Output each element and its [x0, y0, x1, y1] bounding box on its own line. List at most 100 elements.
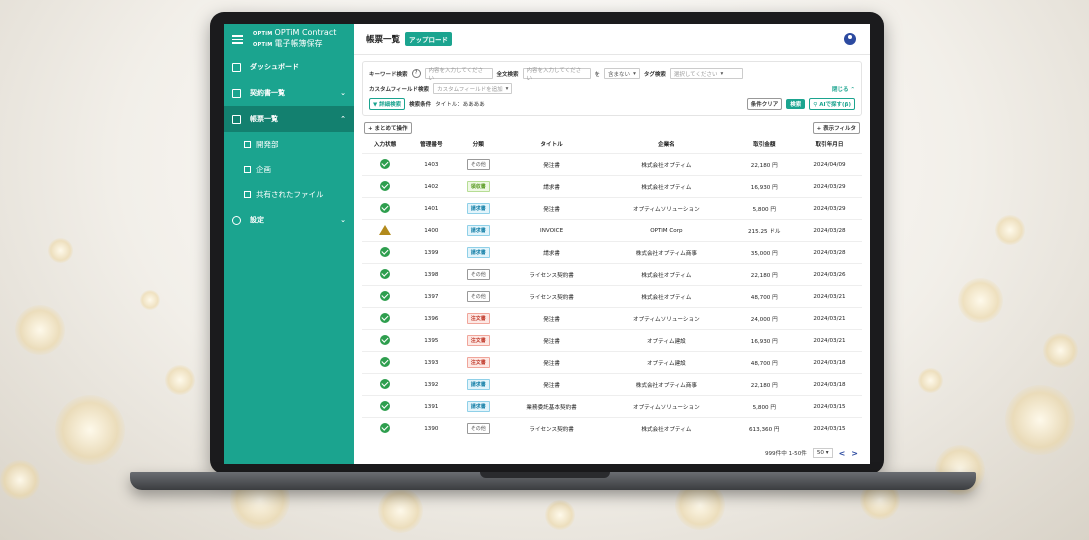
column-header[interactable]: 管理番号: [408, 134, 454, 154]
sidebar-item-contracts[interactable]: 契約書一覧 ⌄: [224, 80, 354, 106]
category-tag: 請求書: [466, 203, 490, 214]
company-cell: オプティム建設: [601, 351, 732, 374]
check-icon: [380, 422, 391, 433]
id-cell: 1396: [408, 307, 455, 330]
title-cell: 発注書: [501, 153, 602, 176]
table-row[interactable]: 1390 その他 ライセンス契約書 株式会社オプティム 613,360 円 2024/03…: [362, 417, 862, 439]
sidebar-item-label: 契約書一覧: [250, 89, 285, 97]
custom-field-label: カスタムフィールド検索: [369, 86, 430, 93]
amount-cell: 48,700 円: [731, 285, 798, 308]
help-icon[interactable]: ?: [411, 69, 421, 78]
company-cell: 株式会社オプティム: [601, 285, 732, 308]
sidebar-folder-planning[interactable]: 企画: [224, 157, 354, 182]
bokeh-light: [957, 277, 1003, 323]
chevron-down-icon: ⌄: [340, 89, 346, 97]
folder-icon: [232, 88, 241, 98]
category-cell: 請求書: [454, 241, 502, 264]
status-cell: [362, 263, 409, 286]
fulltext-input[interactable]: 内容を入力してください: [522, 68, 591, 82]
date-cell: 2024/03/18: [797, 373, 862, 396]
bokeh-light: [995, 215, 1025, 245]
table-row[interactable]: 1403 その他 発注書 株式会社オプティム 22,180 円 2024/04/09: [362, 153, 862, 176]
dashboard-icon: [232, 62, 241, 72]
sidebar-item-dashboard[interactable]: ダッシュボード: [224, 54, 354, 80]
sidebar-item-settings[interactable]: 設定 ⌄: [224, 207, 354, 233]
amount-cell: 22,180 円: [731, 373, 798, 396]
folder-checkbox-icon: [244, 166, 251, 173]
category-cell: その他: [454, 153, 502, 176]
include-select[interactable]: 含まない ▾: [604, 68, 640, 79]
company-cell: オプティム建設: [601, 329, 732, 352]
company-cell: オプティムソリューション: [601, 395, 732, 418]
sidebar-folder-dev[interactable]: 開発部: [224, 132, 354, 157]
category-cell: その他: [454, 285, 502, 308]
menu-icon[interactable]: [232, 34, 243, 44]
column-header[interactable]: タイトル: [502, 134, 601, 154]
ai-search-button[interactable]: ⚲ AIで探す(β): [809, 97, 855, 110]
upload-button[interactable]: アップロード: [405, 32, 453, 46]
column-header[interactable]: 取引年月日: [797, 134, 862, 154]
table-row[interactable]: 1395 注文書 発注書 オプティム建設 16,930 円 2024/03/21: [362, 329, 862, 352]
prev-page-button[interactable]: <: [839, 449, 846, 458]
bokeh-light: [55, 395, 125, 465]
id-cell: 1402: [408, 175, 455, 198]
title-cell: ライセンス契約書: [501, 263, 602, 286]
id-cell: 1398: [408, 263, 455, 286]
check-icon: [380, 334, 391, 345]
logo-top: OPTiM Contract: [274, 28, 337, 37]
category-cell: 注文書: [454, 329, 502, 352]
column-header[interactable]: 企業名: [601, 134, 731, 154]
table-row[interactable]: 1391 請求書 業務委託基本契約書 オプティムソリューション 5,800 円 2024/…: [362, 395, 862, 418]
tag-label: タグ検索: [643, 71, 666, 78]
next-page-button[interactable]: >: [851, 449, 858, 458]
table-row[interactable]: 1399 請求書 請求書 株式会社オプティム商事 35,000 円 2024/03/28: [362, 241, 862, 264]
category-cell: 注文書: [454, 351, 502, 374]
sidebar-item-documents[interactable]: 帳票一覧 ⌃: [224, 106, 354, 132]
title-cell: ライセンス契約書: [501, 417, 602, 439]
category-tag: 領収書: [466, 181, 490, 192]
search-button[interactable]: 検索: [786, 98, 806, 109]
date-cell: 2024/03/29: [797, 175, 862, 198]
title-cell: 請求書: [501, 241, 602, 264]
status-cell: [362, 417, 409, 439]
user-icon[interactable]: [844, 33, 856, 45]
check-icon: [380, 356, 391, 367]
table-row[interactable]: 1402 領収書 請求書 株式会社オプティム 16,930 円 2024/03/29: [362, 175, 862, 198]
conditions-value: タイトル：ああああ: [435, 101, 485, 108]
per-page-select[interactable]: 50 ▾: [812, 448, 833, 458]
table-row[interactable]: 1400 請求書 INVOICE OPTiM Corp 215.25 ドル 2024/03…: [362, 219, 862, 242]
keyword-input[interactable]: 内容を入力してください: [424, 68, 493, 82]
amount-cell: 48,700 円: [731, 351, 798, 374]
category-tag: 注文書: [466, 335, 490, 346]
column-header[interactable]: 分類: [455, 134, 502, 154]
collapse-button[interactable]: 閉じる ⌃: [832, 85, 855, 93]
table-row[interactable]: 1397 その他 ライセンス契約書 株式会社オプティム 48,700 円 2024/03/…: [362, 285, 862, 308]
title-cell: 発注書: [501, 373, 602, 396]
table-row[interactable]: 1392 請求書 発注書 株式会社オプティム商事 22,180 円 2024/03/18: [362, 373, 862, 396]
sidebar-folder-shared[interactable]: 共有されたファイル: [224, 182, 354, 207]
title-cell: 請求書: [501, 175, 602, 198]
table-row[interactable]: 1398 その他 ライセンス契約書 株式会社オプティム 22,180 円 2024/03/…: [362, 263, 862, 286]
tag-select[interactable]: 選択してください ▾: [669, 68, 743, 79]
category-tag: 注文書: [466, 313, 490, 324]
column-header[interactable]: 入力状態: [362, 134, 408, 154]
amount-cell: 35,000 円: [731, 241, 798, 264]
folder-checkbox-icon: [244, 191, 251, 198]
search-panel: キーワード検索 ? 内容を入力してください 全文検索 内容を入力してください を…: [362, 61, 862, 116]
id-cell: 1397: [408, 285, 455, 308]
table-row[interactable]: 1401 請求書 発注書 オプティムソリューション 5,800 円 2024/03/29: [362, 197, 862, 220]
id-cell: 1393: [408, 351, 455, 374]
column-header[interactable]: 取引金額: [732, 134, 798, 154]
clear-conditions-button[interactable]: 条件クリア: [746, 97, 783, 110]
custom-field-select[interactable]: カスタムフィールドを追加 ▾: [433, 83, 513, 94]
company-cell: 株式会社オプティム: [601, 263, 732, 286]
table-row[interactable]: 1393 注文書 発注書 オプティム建設 48,700 円 2024/03/18: [362, 351, 862, 374]
advanced-search-button[interactable]: ▼ 詳細検索: [369, 97, 406, 110]
category-tag: 請求書: [466, 247, 490, 258]
logo-bottom: 電子帳簿保存: [274, 39, 323, 48]
display-filter-button[interactable]: + 表示フィルタ: [812, 122, 860, 134]
laptop-notch: [480, 472, 610, 478]
table-row[interactable]: 1396 注文書 発注書 オプティムソリューション 24,000 円 2024/03/21: [362, 307, 862, 330]
bulk-action-button[interactable]: + まとめて操作: [364, 122, 412, 134]
sidebar-item-label: 帳票一覧: [250, 115, 278, 123]
